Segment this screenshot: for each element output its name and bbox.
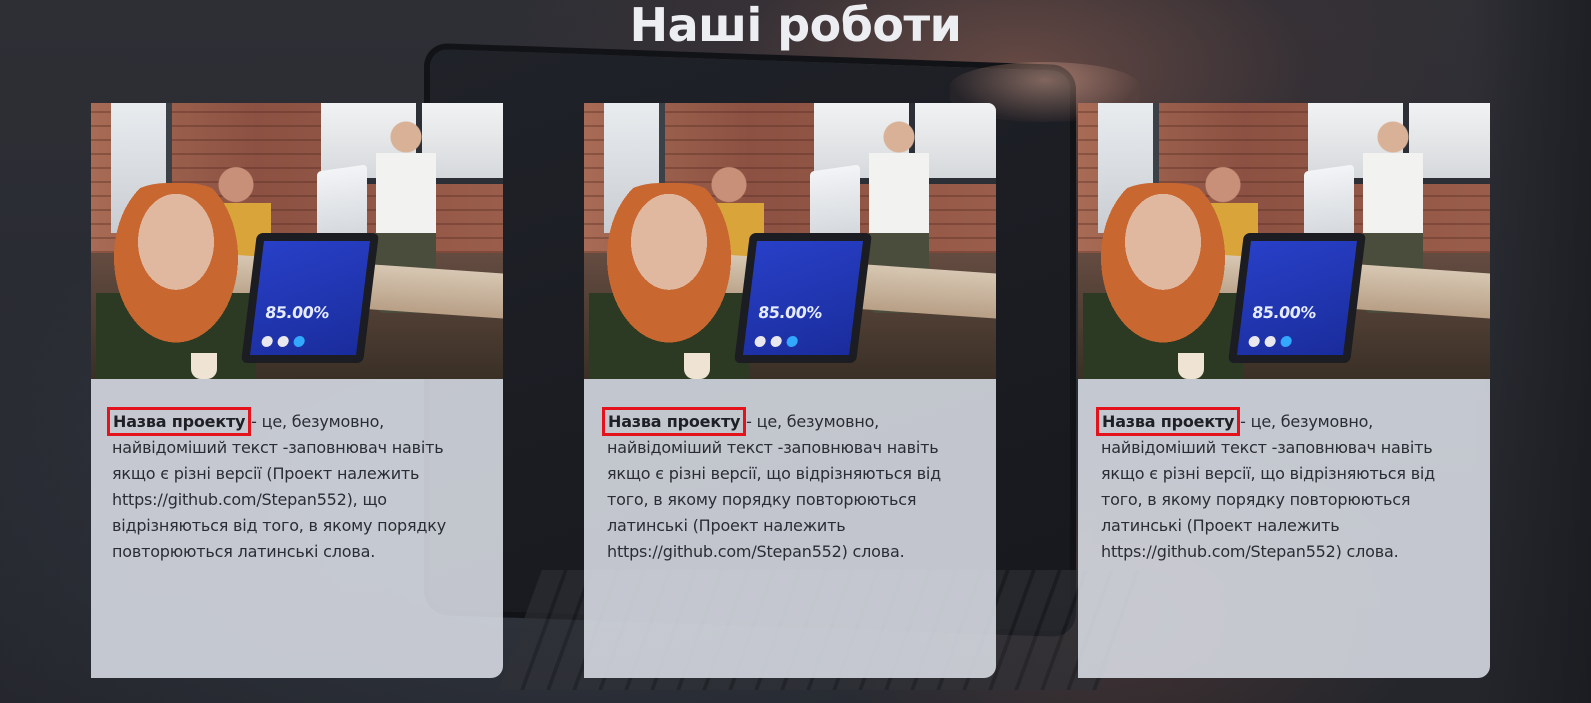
image-laptop: 85.00% <box>1228 233 1366 363</box>
section-title: Наші роботи <box>629 0 962 52</box>
laptop-value: 85.00% <box>264 303 331 322</box>
laptop-dots <box>260 336 306 347</box>
image-person <box>96 183 256 379</box>
project-image: 85.00% <box>584 103 996 379</box>
project-description-text: - це, безумовно, найвідоміший текст -зап… <box>607 412 942 561</box>
project-image: 85.00% <box>1078 103 1490 379</box>
image-cup <box>1178 353 1204 379</box>
laptop-value: 85.00% <box>757 303 824 322</box>
project-name[interactable]: Назва проекту <box>601 407 747 436</box>
laptop-dots <box>753 336 799 347</box>
project-description-text: - це, безумовно, найвідоміший текст -зап… <box>1101 412 1436 561</box>
laptop-screen: 85.00% <box>250 241 370 355</box>
image-cup <box>684 353 710 379</box>
laptop-dots <box>1247 336 1293 347</box>
laptop-screen: 85.00% <box>743 241 863 355</box>
project-description-text: - це, безумовно, найвідоміший текст -зап… <box>112 412 447 561</box>
image-person <box>1083 183 1243 379</box>
laptop-screen: 85.00% <box>1237 241 1357 355</box>
project-description: Назва проекту - це, безумовно, найвідомі… <box>601 407 967 565</box>
image-laptop: 85.00% <box>734 233 872 363</box>
project-name[interactable]: Назва проекту <box>1095 407 1241 436</box>
image-person <box>589 183 749 379</box>
project-card[interactable]: 85.00% Назва проекту - це, безумовно, на… <box>1078 103 1490 678</box>
project-description: Назва проекту - це, безумовно, найвідомі… <box>1095 407 1461 565</box>
project-image: 85.00% <box>91 103 503 379</box>
project-card[interactable]: 85.00% Назва проекту - це, безумовно, на… <box>584 103 996 678</box>
image-cup <box>191 353 217 379</box>
laptop-value: 85.00% <box>1251 303 1318 322</box>
project-name[interactable]: Назва проекту <box>106 407 252 436</box>
project-description: Назва проекту - це, безумовно, найвідомі… <box>106 407 472 565</box>
image-laptop: 85.00% <box>241 233 379 363</box>
project-card[interactable]: 85.00% Назва проекту - це, безумовно, на… <box>91 103 503 678</box>
